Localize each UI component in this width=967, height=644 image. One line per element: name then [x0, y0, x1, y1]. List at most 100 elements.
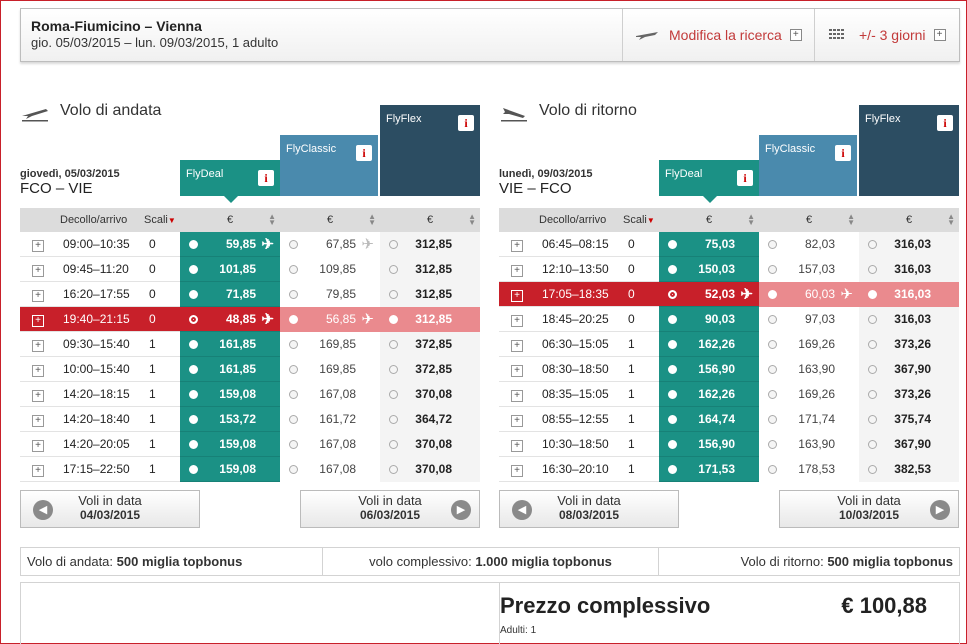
- flight-row[interactable]: +10:30–18:50 1 156,90 163,90 367,90: [499, 431, 959, 457]
- classic-price-cell[interactable]: 67,85 ✈: [280, 231, 380, 257]
- flex-price-cell[interactable]: 382,53: [859, 456, 959, 482]
- flex-price-cell[interactable]: 370,08: [380, 381, 480, 407]
- radio-button[interactable]: [389, 389, 398, 399]
- deal-price-cell[interactable]: 162,26: [659, 381, 759, 407]
- flex-price-cell[interactable]: 312,85: [380, 306, 480, 332]
- flex-price-cell[interactable]: 372,85: [380, 331, 480, 357]
- flight-row[interactable]: +09:00–10:35 0 59,85 ✈ 67,85 ✈ 312,85: [20, 231, 480, 257]
- radio-button[interactable]: [289, 464, 298, 474]
- flex-price-cell[interactable]: 316,03: [859, 281, 959, 307]
- expand-row-icon[interactable]: +: [511, 239, 523, 252]
- tab-flyclassic[interactable]: FlyClassic i: [280, 135, 378, 196]
- col-classic-price[interactable]: € ▲ ▼: [280, 208, 380, 232]
- info-icon[interactable]: i: [937, 115, 953, 131]
- deal-price-cell[interactable]: 161,85: [180, 331, 280, 357]
- radio-button[interactable]: [389, 339, 398, 349]
- flight-row[interactable]: +14:20–18:15 1 159,08 167,08 370,08: [20, 381, 480, 407]
- radio-button[interactable]: [389, 239, 398, 249]
- deal-price-cell[interactable]: 156,90: [659, 431, 759, 457]
- classic-price-cell[interactable]: 97,03: [759, 306, 859, 332]
- expand-row-icon[interactable]: +: [32, 464, 44, 477]
- col-deal-price[interactable]: € ▲ ▼: [180, 208, 280, 232]
- flight-row[interactable]: +08:55–12:55 1 164,74 171,74 375,74: [499, 406, 959, 432]
- radio-button[interactable]: [868, 289, 877, 299]
- radio-button[interactable]: [289, 414, 298, 424]
- expand-row-icon[interactable]: +: [32, 439, 44, 452]
- prev-day-button[interactable]: ◀ Voli in data 04/03/2015: [20, 490, 200, 528]
- flight-row[interactable]: +08:30–18:50 1 156,90 163,90 367,90: [499, 356, 959, 382]
- flight-row[interactable]: +06:30–15:05 1 162,26 169,26 373,26: [499, 331, 959, 357]
- radio-button[interactable]: [868, 339, 877, 349]
- next-day-button[interactable]: ▶ Voli in data 10/03/2015: [779, 490, 959, 528]
- tab-flyflex[interactable]: FlyFlex i: [859, 105, 959, 196]
- flight-row[interactable]: +16:20–17:55 0 71,85 79,85 312,85: [20, 281, 480, 307]
- expand-row-icon[interactable]: +: [32, 364, 44, 377]
- radio-button[interactable]: [768, 289, 777, 299]
- radio-button[interactable]: [189, 414, 198, 424]
- col-flex-price[interactable]: € ▲ ▼: [380, 208, 480, 232]
- expand-row-icon[interactable]: +: [511, 389, 523, 402]
- radio-button[interactable]: [868, 389, 877, 399]
- classic-price-cell[interactable]: 171,74: [759, 406, 859, 432]
- radio-button[interactable]: [289, 314, 298, 324]
- info-icon[interactable]: i: [737, 170, 753, 186]
- classic-price-cell[interactable]: 167,08: [280, 431, 380, 457]
- deal-price-cell[interactable]: 156,90: [659, 356, 759, 382]
- flex-price-cell[interactable]: 312,85: [380, 281, 480, 307]
- radio-button[interactable]: [189, 464, 198, 474]
- deal-price-cell[interactable]: 164,74: [659, 406, 759, 432]
- radio-button[interactable]: [668, 314, 677, 324]
- deal-price-cell[interactable]: 59,85 ✈: [180, 231, 280, 257]
- radio-button[interactable]: [389, 364, 398, 374]
- flight-row[interactable]: +18:45–20:25 0 90,03 97,03 316,03: [499, 306, 959, 332]
- classic-price-cell[interactable]: 161,72: [280, 406, 380, 432]
- classic-price-cell[interactable]: 82,03: [759, 231, 859, 257]
- classic-price-cell[interactable]: 60,03 ✈: [759, 281, 859, 307]
- radio-button[interactable]: [868, 264, 877, 274]
- classic-price-cell[interactable]: 163,90: [759, 431, 859, 457]
- classic-price-cell[interactable]: 169,26: [759, 331, 859, 357]
- flight-row[interactable]: +16:30–20:10 1 171,53 178,53 382,53: [499, 456, 959, 482]
- radio-button[interactable]: [289, 289, 298, 299]
- classic-price-cell[interactable]: 169,85: [280, 356, 380, 382]
- radio-button[interactable]: [289, 239, 298, 249]
- classic-price-cell[interactable]: 56,85 ✈: [280, 306, 380, 332]
- flight-row[interactable]: +12:10–13:50 0 150,03 157,03 316,03: [499, 256, 959, 282]
- tab-flyclassic[interactable]: FlyClassic i: [759, 135, 857, 196]
- flight-row[interactable]: +14:20–20:05 1 159,08 167,08 370,08: [20, 431, 480, 457]
- deal-price-cell[interactable]: 161,85: [180, 356, 280, 382]
- classic-price-cell[interactable]: 157,03: [759, 256, 859, 282]
- flex-price-cell[interactable]: 312,85: [380, 256, 480, 282]
- flex-price-cell[interactable]: 370,08: [380, 456, 480, 482]
- flight-row[interactable]: +09:45–11:20 0 101,85 109,85 312,85: [20, 256, 480, 282]
- expand-row-icon[interactable]: +: [32, 314, 44, 327]
- classic-price-cell[interactable]: 163,90: [759, 356, 859, 382]
- deal-price-cell[interactable]: 150,03: [659, 256, 759, 282]
- classic-price-cell[interactable]: 79,85: [280, 281, 380, 307]
- radio-button[interactable]: [189, 314, 198, 324]
- col-time[interactable]: Decollo/arrivo: [535, 208, 619, 232]
- radio-button[interactable]: [668, 289, 677, 299]
- modify-search-button[interactable]: Modifica la ricerca +: [622, 9, 814, 61]
- tab-flydeal[interactable]: FlyDeal i: [659, 160, 759, 203]
- deal-price-cell[interactable]: 159,08: [180, 381, 280, 407]
- flight-row[interactable]: +06:45–08:15 0 75,03 82,03 316,03: [499, 231, 959, 257]
- classic-price-cell[interactable]: 169,85: [280, 331, 380, 357]
- classic-price-cell[interactable]: 167,08: [280, 381, 380, 407]
- radio-button[interactable]: [189, 289, 198, 299]
- classic-price-cell[interactable]: 178,53: [759, 456, 859, 482]
- flex-price-cell[interactable]: 372,85: [380, 356, 480, 382]
- expand-row-icon[interactable]: +: [32, 264, 44, 277]
- radio-button[interactable]: [768, 239, 777, 249]
- deal-price-cell[interactable]: 48,85 ✈: [180, 306, 280, 332]
- radio-button[interactable]: [189, 264, 198, 274]
- radio-button[interactable]: [768, 364, 777, 374]
- radio-button[interactable]: [289, 389, 298, 399]
- radio-button[interactable]: [189, 239, 198, 249]
- expand-row-icon[interactable]: +: [511, 364, 523, 377]
- info-icon[interactable]: i: [835, 145, 851, 161]
- radio-button[interactable]: [189, 389, 198, 399]
- radio-button[interactable]: [389, 414, 398, 424]
- deal-price-cell[interactable]: 162,26: [659, 331, 759, 357]
- flex-price-cell[interactable]: 367,90: [859, 356, 959, 382]
